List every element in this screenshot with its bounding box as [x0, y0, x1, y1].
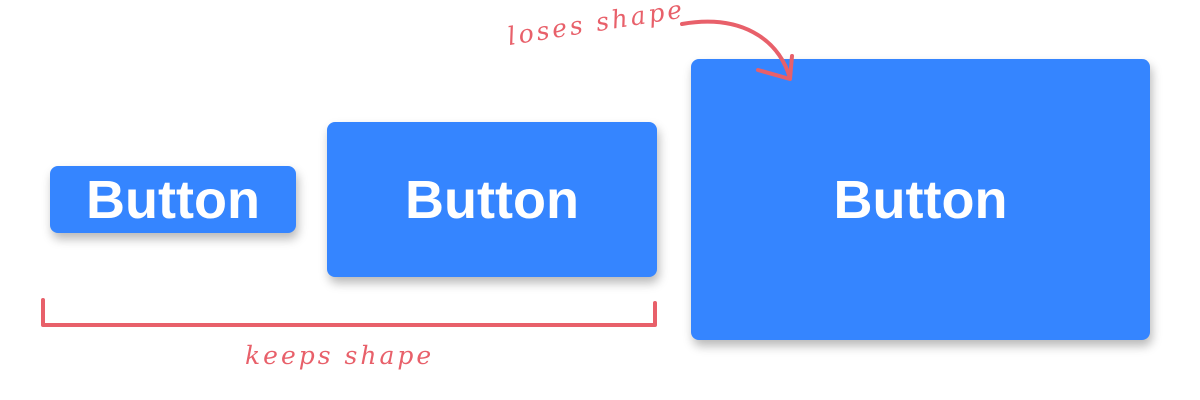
button-small[interactable]: Button [50, 166, 296, 233]
button-large[interactable]: Button [691, 59, 1150, 340]
button-large-label: Button [833, 169, 1008, 230]
keeps-shape-label: keeps shape [245, 341, 435, 370]
loses-shape-label: loses shape [505, 0, 687, 52]
keeps-shape-bracket [41, 298, 657, 327]
button-small-label: Button [86, 169, 260, 230]
button-medium-label: Button [405, 169, 579, 230]
button-medium[interactable]: Button [327, 122, 657, 277]
